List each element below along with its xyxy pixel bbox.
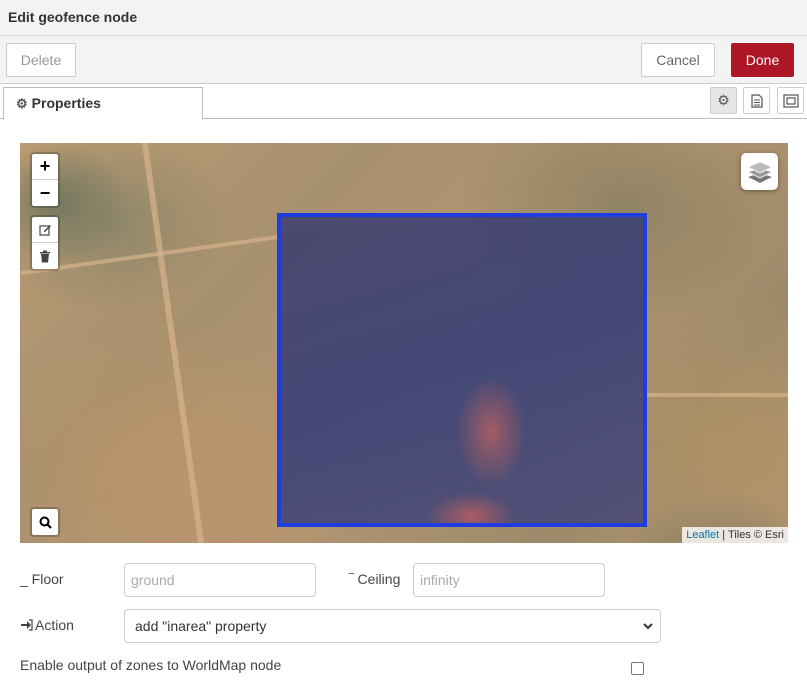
search-control: [30, 507, 60, 537]
tab-properties-label: Properties: [31, 95, 101, 111]
map-road: [141, 143, 205, 543]
ceiling-input[interactable]: infinity: [413, 563, 605, 597]
delete-button[interactable]: Delete: [6, 43, 76, 77]
floor-input[interactable]: ground: [124, 563, 316, 597]
gear-icon: ⚙: [16, 96, 28, 111]
appearance-icon: [782, 93, 799, 108]
tiles-credit: | Tiles © Esri: [722, 529, 784, 541]
tab-properties[interactable]: ⚙ Properties: [3, 87, 203, 120]
sign-in-icon: [21, 619, 33, 631]
cancel-button[interactable]: Cancel: [641, 43, 715, 77]
edit-icon: [38, 225, 51, 236]
action-select-value: add "inarea" property: [135, 618, 267, 634]
zoom-control: + −: [30, 152, 60, 208]
action-bar: Delete Cancel Done: [0, 36, 807, 84]
floor-label: _ Floor: [20, 571, 64, 587]
enable-output-checkbox[interactable]: [631, 662, 644, 675]
action-select[interactable]: add "inarea" property: [124, 609, 661, 643]
tab-bar: ⚙ Properties ⚙: [0, 84, 807, 120]
geofence-polygon[interactable]: [277, 213, 647, 527]
zoom-out-button[interactable]: −: [32, 180, 58, 206]
trash-icon: [40, 250, 50, 262]
action-label: Action: [35, 617, 74, 633]
map[interactable]: + − Leaflet | Tiles © Esri: [20, 143, 788, 543]
edit-layers-button[interactable]: [32, 217, 58, 243]
ceiling-label: ‾ Ceiling: [349, 571, 401, 587]
chevron-down-icon: [642, 619, 654, 635]
settings-tab-button[interactable]: ⚙: [710, 87, 737, 114]
map-attribution: Leaflet | Tiles © Esri: [682, 527, 788, 543]
gear-icon: ⚙: [717, 92, 730, 108]
description-tab-button[interactable]: [743, 87, 770, 114]
description-icon: [750, 93, 763, 108]
map-road: [640, 393, 788, 397]
action-label-row: Action: [20, 617, 74, 633]
layers-control[interactable]: [741, 153, 778, 190]
delete-layers-button[interactable]: [32, 243, 58, 269]
enable-output-label: Enable output of zones to WorldMap node: [20, 657, 282, 673]
draw-control: [30, 215, 60, 271]
dialog-title: Edit geofence node: [0, 0, 807, 36]
map-search-button[interactable]: [32, 509, 58, 535]
done-button[interactable]: Done: [731, 43, 794, 77]
appearance-tab-button[interactable]: [777, 87, 804, 114]
leaflet-link[interactable]: Leaflet: [686, 529, 719, 541]
zoom-in-button[interactable]: +: [32, 154, 58, 180]
search-icon: [39, 516, 52, 529]
layers-icon: [746, 161, 773, 183]
